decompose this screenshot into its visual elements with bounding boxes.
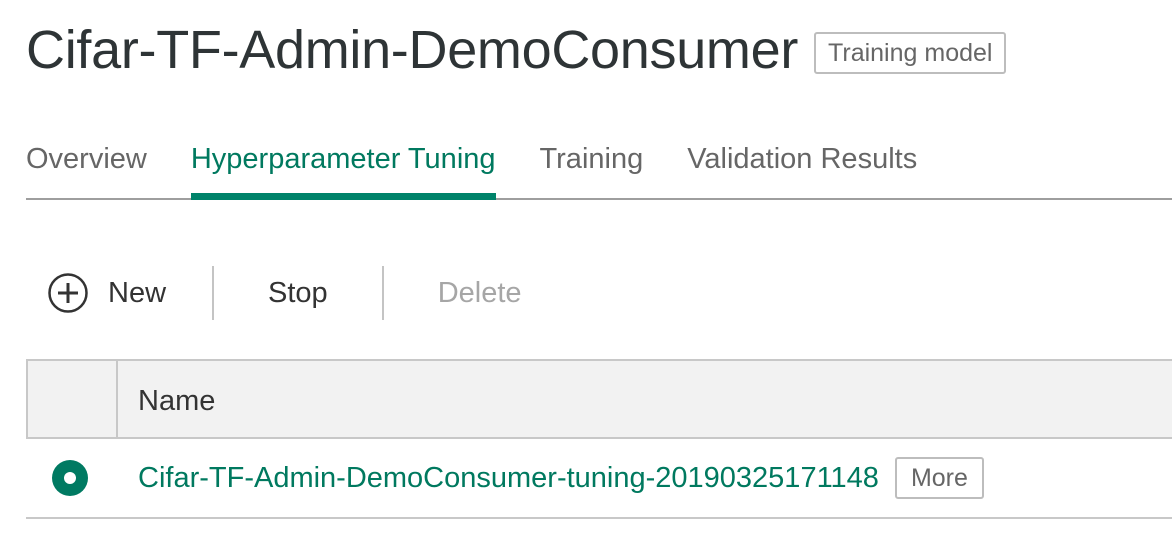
table-row[interactable]: Cifar-TF-Admin-DemoConsumer-tuning-20190… [26, 439, 1172, 519]
tuning-table: Name Cifar-TF-Admin-DemoConsumer-tuning-… [26, 359, 1172, 519]
tuning-name-link[interactable]: Cifar-TF-Admin-DemoConsumer-tuning-20190… [138, 462, 879, 495]
page: Cifar-TF-Admin-DemoConsumer Training mod… [0, 0, 1172, 554]
row-select-cell [26, 460, 116, 496]
table-header: Name [26, 359, 1172, 439]
more-button[interactable]: More [894, 457, 984, 499]
new-button[interactable]: New [26, 266, 212, 320]
radio-selected-icon[interactable] [52, 460, 88, 496]
status-badge: Training model [814, 32, 1007, 74]
plus-circle-icon [48, 273, 88, 313]
page-title: Cifar-TF-Admin-DemoConsumer [26, 20, 799, 80]
new-button-label: New [108, 276, 167, 309]
tab-validation-results[interactable]: Validation Results [687, 130, 917, 198]
toolbar: New Stop Delete [26, 266, 576, 320]
tab-training[interactable]: Training [540, 130, 644, 198]
delete-button: Delete [437, 276, 522, 309]
stop-button[interactable]: Stop [214, 266, 382, 320]
column-header-name[interactable]: Name [118, 361, 1172, 437]
select-column-header [28, 361, 118, 437]
page-header: Cifar-TF-Admin-DemoConsumer Training mod… [26, 14, 1007, 86]
tab-bar: Overview Hyperparameter Tuning Training … [26, 130, 1172, 200]
tab-hyperparameter-tuning[interactable]: Hyperparameter Tuning [190, 130, 496, 200]
tab-overview[interactable]: Overview [26, 130, 147, 198]
